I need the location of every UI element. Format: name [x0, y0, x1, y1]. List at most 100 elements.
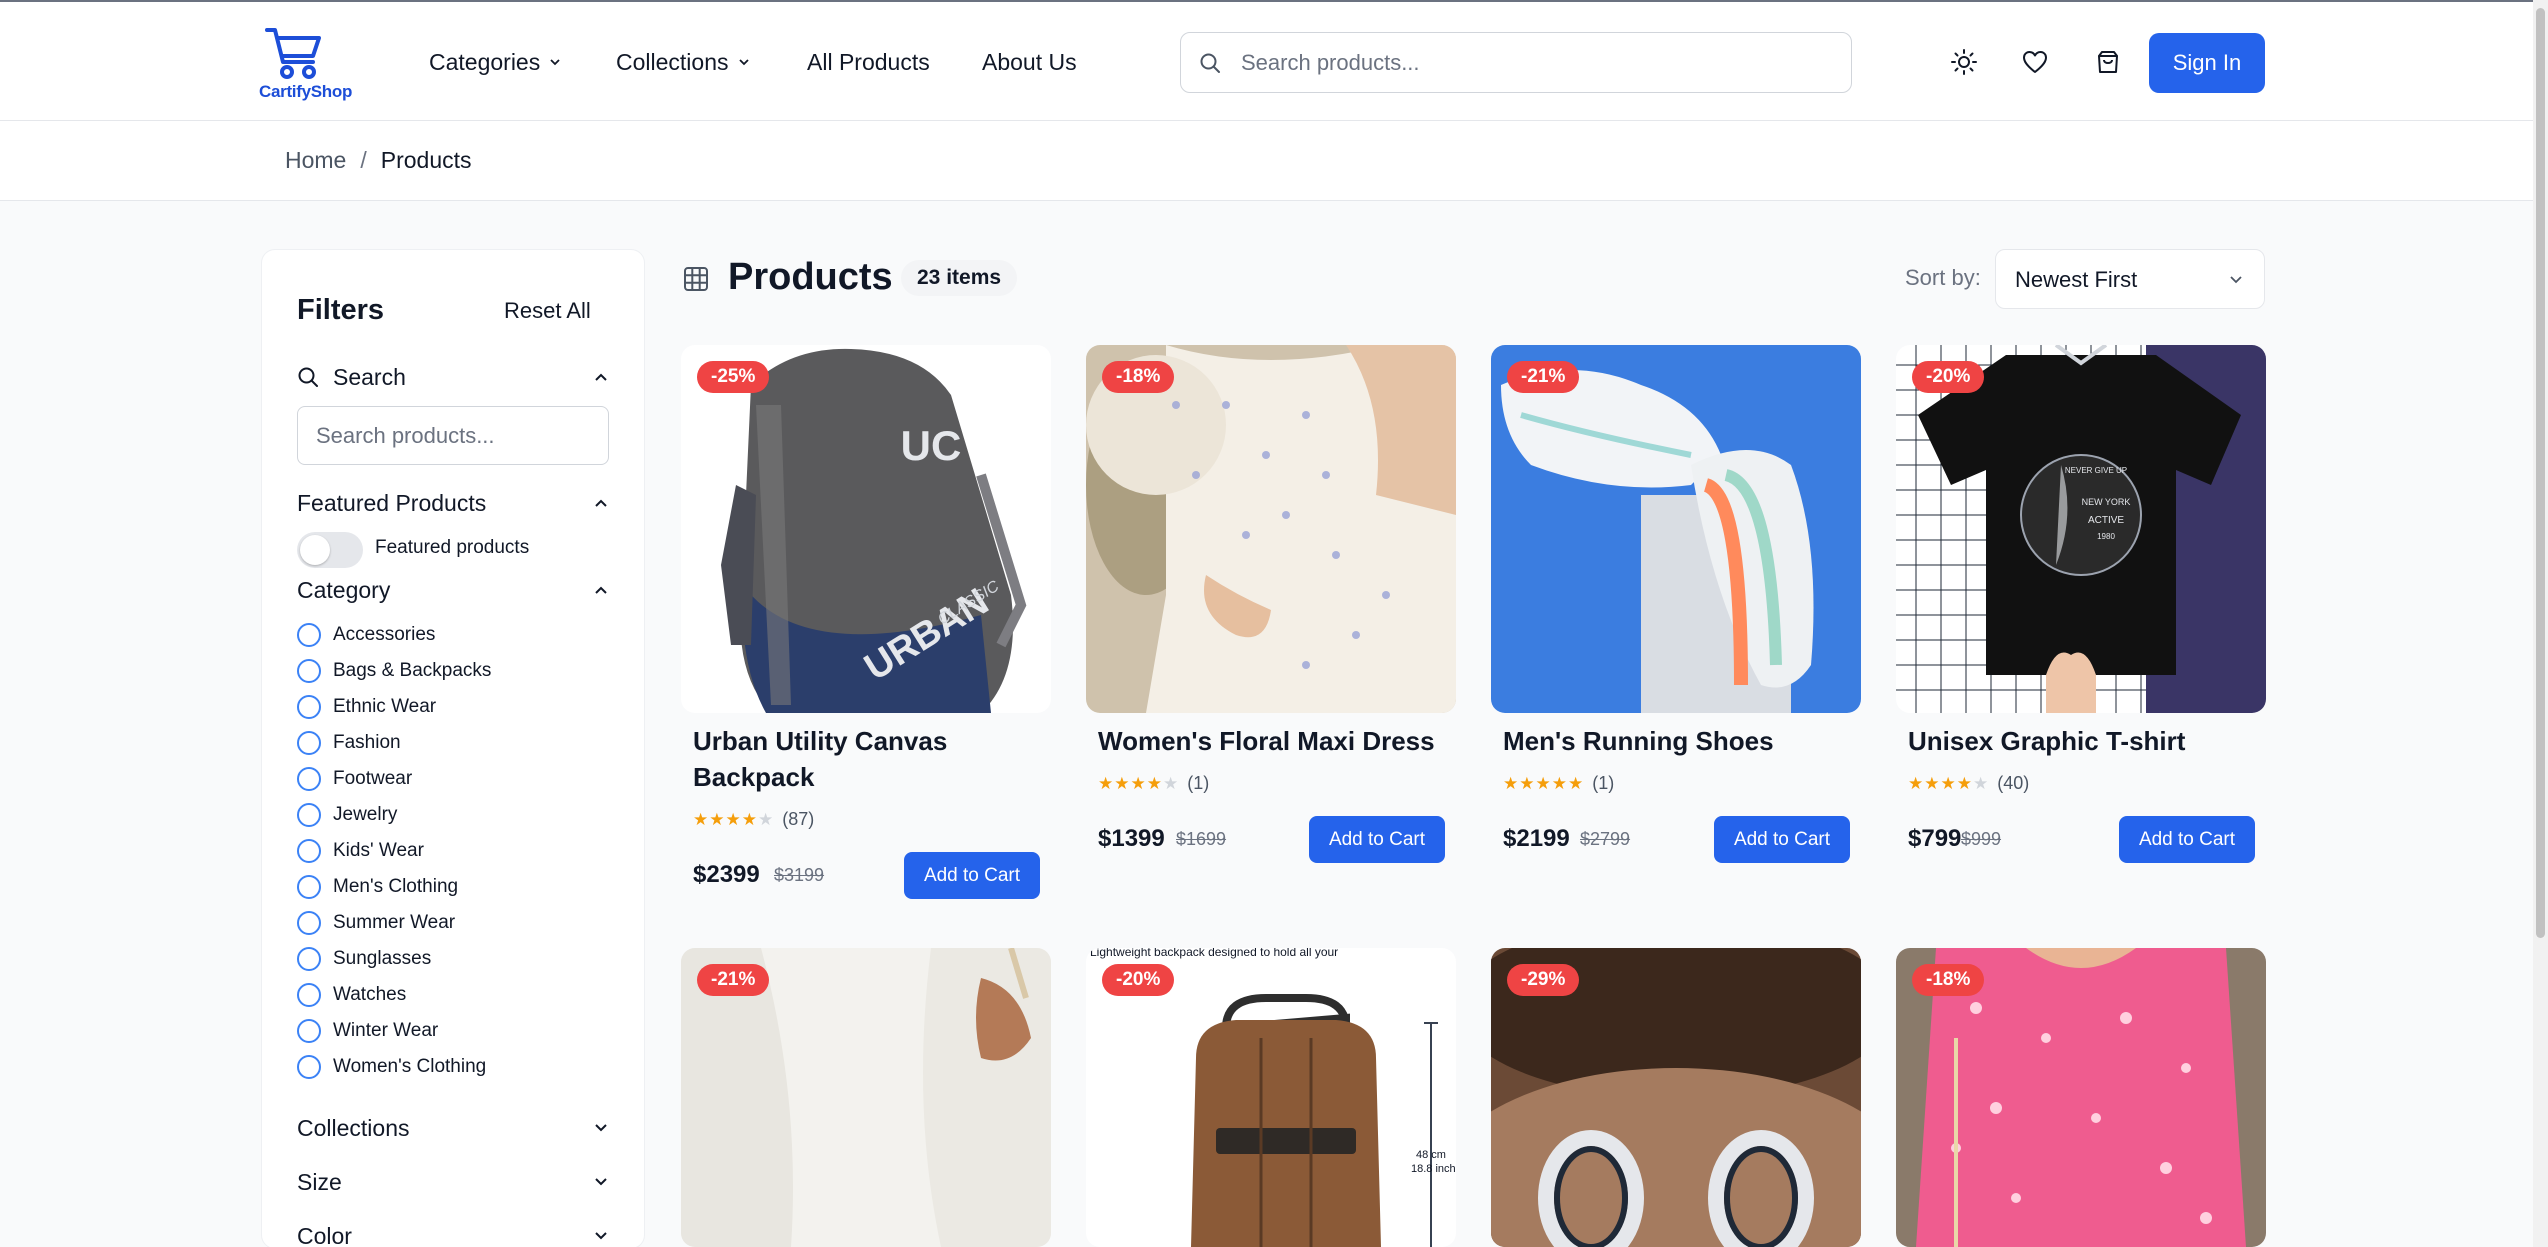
radio-button[interactable] — [297, 623, 321, 647]
sort-value: Newest First — [2015, 267, 2138, 292]
image-caption-text: Lightweight backpack designed to hold al… — [1090, 948, 1338, 959]
product-name[interactable]: Unisex Graphic T-shirt — [1908, 723, 2248, 759]
category-option-sunglasses[interactable]: Sunglasses — [297, 946, 431, 972]
category-option-jewelry[interactable]: Jewelry — [297, 802, 397, 828]
category-option-footwear[interactable]: Footwear — [297, 766, 412, 792]
product-image[interactable]: -18% — [1086, 345, 1456, 713]
radio-button[interactable] — [297, 659, 321, 683]
radio-button[interactable] — [297, 875, 321, 899]
featured-toggle[interactable] — [297, 532, 363, 568]
radio-button[interactable] — [297, 695, 321, 719]
toggle-knob — [300, 535, 330, 565]
search-icon — [1200, 53, 1220, 73]
header-search-input[interactable] — [1241, 33, 1831, 92]
radio-button[interactable] — [297, 1055, 321, 1079]
brand-logo[interactable]: CartifyShop — [259, 24, 359, 104]
review-count: (1) — [1592, 773, 1615, 793]
tshirt-city-text: NEW YORK — [2082, 497, 2131, 507]
filter-featured-label: Featured Products — [297, 489, 487, 516]
product-image[interactable]: -21% — [1491, 345, 1861, 713]
add-to-cart-button[interactable]: Add to Cart — [1714, 816, 1850, 863]
filter-search-input[interactable] — [297, 406, 609, 465]
radio-button[interactable] — [297, 1019, 321, 1043]
nav-collections[interactable]: Collections — [616, 42, 751, 82]
category-option-bags[interactable]: Bags & Backpacks — [297, 658, 491, 684]
chevron-down-icon — [2230, 276, 2242, 284]
chevron-up-icon — [595, 586, 607, 594]
page-scrollbar[interactable] — [2533, 0, 2548, 1247]
product-image[interactable]: -18% — [1896, 948, 2266, 1247]
filter-search-header[interactable]: Search — [297, 359, 609, 395]
product-price: $1399 — [1098, 825, 1165, 852]
product-image[interactable]: NEVER GIVE UP NEW YORK ACTIVE 1980 -20% — [1896, 345, 2266, 713]
filter-search-label: Search — [333, 363, 406, 390]
radio-button[interactable] — [297, 839, 321, 863]
featured-toggle-label: Featured products — [375, 537, 530, 558]
item-count-badge: 23 items — [901, 260, 1018, 296]
breadcrumb-current: Products — [380, 147, 472, 173]
product-image[interactable]: Lightweight backpack designed to hold al… — [1086, 948, 1456, 1247]
product-image[interactable]: -29% — [1491, 948, 1861, 1247]
breadcrumb-home[interactable]: Home — [285, 147, 346, 174]
category-option-womens-clothing[interactable]: Women's Clothing — [297, 1054, 486, 1080]
nav-about-us[interactable]: About Us — [982, 42, 1077, 82]
filter-category-label: Category — [297, 576, 391, 603]
category-label: Men's Clothing — [333, 876, 459, 897]
grid-icon — [684, 267, 708, 291]
category-option-accessories[interactable]: Accessories — [297, 622, 435, 648]
product-name[interactable]: Women's Floral Maxi Dress — [1098, 723, 1438, 759]
radio-button[interactable] — [297, 983, 321, 1007]
tshirt-year-text: 1980 — [2097, 532, 2115, 541]
scrollbar-thumb[interactable] — [2536, 8, 2545, 938]
filter-size-header[interactable]: Size — [297, 1164, 609, 1200]
radio-button[interactable] — [297, 911, 321, 935]
category-option-watches[interactable]: Watches — [297, 982, 406, 1008]
category-option-mens-clothing[interactable]: Men's Clothing — [297, 874, 458, 900]
sign-in-button[interactable]: Sign In — [2149, 33, 2265, 93]
category-label: Ethnic Wear — [333, 696, 437, 717]
filter-category-header[interactable]: Category — [297, 572, 609, 608]
category-option-kids-wear[interactable]: Kids' Wear — [297, 838, 424, 864]
filter-featured-header[interactable]: Featured Products — [297, 485, 609, 521]
filter-color-header[interactable]: Color — [297, 1218, 609, 1247]
product-rating: ★★★★★ (87) — [693, 809, 814, 830]
radio-button[interactable] — [297, 803, 321, 827]
chevron-down-icon — [595, 1124, 607, 1132]
chevron-down-icon — [550, 59, 560, 66]
product-name[interactable]: Men's Running Shoes — [1503, 723, 1843, 759]
add-to-cart-button[interactable]: Add to Cart — [2119, 816, 2255, 863]
product-price: $2399 — [693, 861, 760, 888]
category-label: Winter Wear — [333, 1020, 439, 1041]
category-option-ethnic-wear[interactable]: Ethnic Wear — [297, 694, 436, 720]
shopping-bag-icon[interactable] — [2094, 48, 2122, 76]
radio-button[interactable] — [297, 767, 321, 791]
chevron-down-icon — [738, 59, 749, 66]
reset-all-button[interactable]: Reset All — [504, 298, 591, 324]
product-image[interactable]: -21% — [681, 948, 1051, 1247]
sort-select[interactable]: Newest First — [1995, 249, 2265, 309]
product-image[interactable]: UC URBAN CLASSIC -25% — [681, 345, 1051, 713]
filter-collections-header[interactable]: Collections — [297, 1110, 609, 1146]
category-option-fashion[interactable]: Fashion — [297, 730, 401, 756]
category-option-winter-wear[interactable]: Winter Wear — [297, 1018, 438, 1044]
search-icon — [298, 367, 318, 387]
nav-collections-label: Collections — [616, 48, 729, 75]
product-name[interactable]: Urban Utility Canvas Backpack — [693, 723, 1033, 795]
category-label: Jewelry — [333, 804, 398, 825]
add-to-cart-button[interactable]: Add to Cart — [1309, 816, 1445, 863]
nav-all-products[interactable]: All Products — [807, 42, 930, 82]
nav-categories[interactable]: Categories — [429, 42, 562, 82]
category-option-summer-wear[interactable]: Summer Wear — [297, 910, 455, 936]
filters-panel: Filters Reset All Search Featured Produc… — [261, 249, 645, 1247]
filters-title: Filters — [297, 294, 385, 326]
sun-icon[interactable] — [1950, 48, 1978, 76]
discount-badge: -18% — [1102, 361, 1175, 393]
breadcrumb-bar: Home / Products — [0, 121, 2548, 201]
heart-icon[interactable] — [2021, 48, 2049, 76]
add-to-cart-button[interactable]: Add to Cart — [904, 852, 1040, 899]
header-search[interactable] — [1180, 32, 1852, 93]
radio-button[interactable] — [297, 731, 321, 755]
top-header: CartifyShop Categories Collections All P… — [0, 0, 2548, 121]
nav-categories-label: Categories — [429, 48, 541, 75]
radio-button[interactable] — [297, 947, 321, 971]
